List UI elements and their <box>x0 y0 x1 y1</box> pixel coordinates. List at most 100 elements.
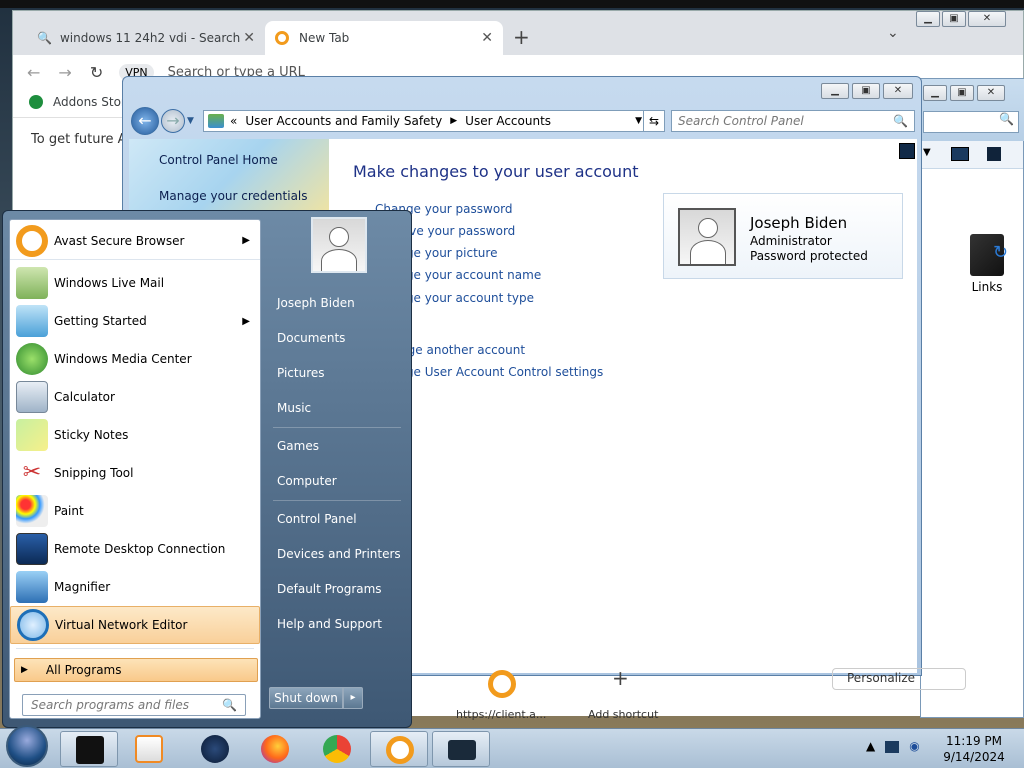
start-item-control-panel[interactable]: Control Panel <box>277 512 357 526</box>
new-tab-button[interactable]: + <box>513 25 530 49</box>
close-button[interactable]: ✕ <box>977 85 1005 101</box>
maximize-button[interactable]: ▣ <box>950 85 974 101</box>
start-item-help-support[interactable]: Help and Support <box>277 617 382 631</box>
divider <box>273 427 401 428</box>
program-snipping-tool[interactable]: ✂ Snipping Tool <box>10 454 260 492</box>
add-shortcut-label[interactable]: Add shortcut <box>588 708 658 721</box>
taskbar-app-chrome[interactable] <box>308 731 366 767</box>
search-icon: 🔍 <box>222 698 237 712</box>
minimize-button[interactable]: ▁ <box>821 83 849 99</box>
program-calculator[interactable]: Calculator <box>10 378 260 416</box>
getting-started-icon <box>16 305 48 337</box>
tray-expand-icon[interactable]: ▲ <box>866 739 875 753</box>
terminal-icon <box>76 736 104 764</box>
minimize-button[interactable]: ▁ <box>916 11 940 27</box>
breadcrumb-prefix[interactable]: « <box>230 114 237 128</box>
taskbar-app-terminal[interactable] <box>60 731 118 767</box>
search-icon[interactable]: 🔍 <box>893 114 908 128</box>
avast-icon[interactable] <box>488 670 516 698</box>
start-item-games[interactable]: Games <box>277 439 319 453</box>
start-button[interactable] <box>6 725 48 767</box>
program-label: Sticky Notes <box>54 428 129 442</box>
start-item-computer[interactable]: Computer <box>277 474 337 488</box>
back-icon[interactable]: ← <box>27 63 40 82</box>
start-search-input[interactable]: Search programs and files 🔍 <box>22 694 246 716</box>
search-icon[interactable]: 🔍 <box>923 111 1019 133</box>
programs-pane: Avast Secure Browser ▶ Windows Live Mail… <box>9 219 261 719</box>
bookmark-addons-store[interactable]: Addons Store <box>29 95 133 109</box>
program-virtual-network-editor[interactable]: Virtual Network Editor <box>10 606 260 644</box>
taskbar-app-monitor[interactable] <box>432 731 490 767</box>
avatar[interactable] <box>311 217 367 273</box>
maximize-button[interactable]: ▣ <box>852 83 880 99</box>
chevron-down-icon[interactable]: ⌄ <box>887 25 899 41</box>
network-icon[interactable] <box>885 741 900 753</box>
program-avast-secure-browser[interactable]: Avast Secure Browser ▶ <box>10 222 260 260</box>
forward-icon[interactable]: → <box>58 63 71 82</box>
system-tray: ▲ ◉ <box>866 739 920 753</box>
start-item-documents[interactable]: Documents <box>277 331 345 345</box>
manage-credentials-link[interactable]: Manage your credentials <box>159 189 308 203</box>
tab-strip: 🔍 windows 11 24h2 vdi - Search ✕ New Tab… <box>13 11 1023 55</box>
volume-icon[interactable]: ◉ <box>909 739 919 753</box>
minimize-button[interactable]: ▁ <box>923 85 947 101</box>
address-bar[interactable]: « User Accounts and Family Safety ▶ User… <box>203 110 647 132</box>
refresh-button[interactable]: ⇆ <box>643 110 665 132</box>
program-remote-desktop[interactable]: Remote Desktop Connection <box>10 530 260 568</box>
media-player-icon <box>135 735 163 763</box>
view-icon[interactable] <box>951 147 969 161</box>
clock-time: 11:19 PM <box>946 734 1002 748</box>
program-label: Calculator <box>54 390 115 404</box>
addons-icon <box>29 95 43 109</box>
program-sticky-notes[interactable]: Sticky Notes <box>10 416 260 454</box>
start-item-user[interactable]: Joseph Biden <box>277 296 355 310</box>
links-folder[interactable]: ↻ Links <box>957 234 1017 294</box>
help-icon[interactable] <box>899 143 915 159</box>
taskbar-app-globe[interactable] <box>186 731 244 767</box>
personalize-button[interactable]: Personalize <box>832 668 966 690</box>
user-name: Joseph Biden <box>750 214 848 232</box>
close-icon[interactable]: ✕ <box>481 30 493 46</box>
search-icon: 🔍 <box>37 31 52 45</box>
clock-date: 9/14/2024 <box>943 750 1005 764</box>
back-button[interactable]: ← <box>131 107 159 135</box>
recent-pages-icon[interactable]: ▼ <box>187 116 194 126</box>
program-paint[interactable]: Paint <box>10 492 260 530</box>
control-panel-search[interactable]: Search Control Panel 🔍 <box>671 110 915 132</box>
help-icon[interactable] <box>987 147 1001 161</box>
breadcrumb-user-accounts-family[interactable]: User Accounts and Family Safety <box>245 114 442 128</box>
taskbar-app-media-player[interactable] <box>120 731 178 767</box>
tab-search[interactable]: 🔍 windows 11 24h2 vdi - Search ✕ <box>27 21 265 55</box>
taskbar-app-avast[interactable] <box>370 731 428 767</box>
tab-new-tab[interactable]: New Tab ✕ <box>265 21 503 55</box>
shortcut-label[interactable]: https://client.a... <box>456 708 546 721</box>
divider <box>273 500 401 501</box>
program-label: Windows Media Center <box>54 352 192 366</box>
shutdown-options-button[interactable]: ▸ <box>343 687 363 709</box>
user-status: Password protected <box>750 249 868 263</box>
divider <box>16 648 254 649</box>
close-icon[interactable]: ✕ <box>243 30 255 46</box>
program-getting-started[interactable]: Getting Started ▶ <box>10 302 260 340</box>
clock[interactable]: 11:19 PM 9/14/2024 <box>930 733 1018 765</box>
close-button[interactable]: ✕ <box>968 11 1006 27</box>
maximize-button[interactable]: ▣ <box>942 11 966 27</box>
add-shortcut-icon[interactable]: + <box>612 666 629 690</box>
start-item-pictures[interactable]: Pictures <box>277 366 325 380</box>
shutdown-button[interactable]: Shut down <box>269 687 343 709</box>
close-button[interactable]: ✕ <box>883 83 913 99</box>
breadcrumb-user-accounts[interactable]: User Accounts <box>465 114 551 128</box>
forward-button[interactable]: → <box>161 109 185 133</box>
start-item-default-programs[interactable]: Default Programs <box>277 582 382 596</box>
program-windows-media-center[interactable]: Windows Media Center <box>10 340 260 378</box>
all-programs-button[interactable]: ▶ All Programs <box>14 658 258 682</box>
chevron-down-icon[interactable]: ▼ <box>635 116 642 126</box>
control-panel-home-link[interactable]: Control Panel Home <box>159 153 278 167</box>
reload-icon[interactable]: ↻ <box>90 63 103 82</box>
program-windows-live-mail[interactable]: Windows Live Mail <box>10 264 260 302</box>
taskbar-app-firefox[interactable] <box>246 731 304 767</box>
start-item-music[interactable]: Music <box>277 401 311 415</box>
start-item-devices-printers[interactable]: Devices and Printers <box>277 547 401 561</box>
dropdown-arrow-icon[interactable]: ▼ <box>923 147 931 158</box>
program-magnifier[interactable]: Magnifier <box>10 568 260 606</box>
